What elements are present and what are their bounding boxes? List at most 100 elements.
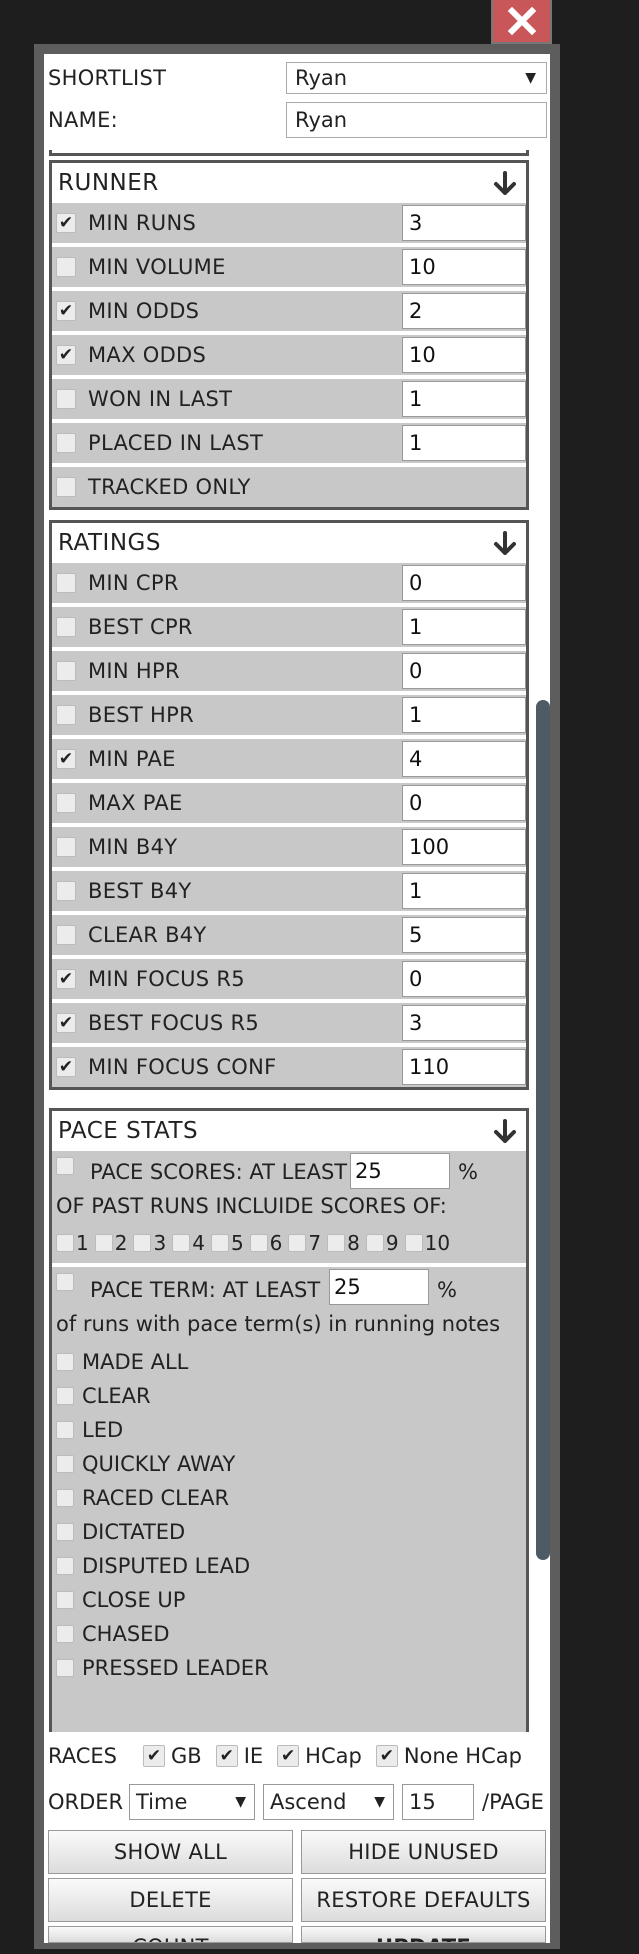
score-option[interactable]: 8 (327, 1231, 360, 1255)
score-option-checkbox[interactable] (172, 1234, 191, 1252)
ratings-filter-checkbox[interactable] (56, 837, 76, 857)
pace-term-option[interactable]: CLOSE UP (56, 1583, 269, 1617)
arrow-down-icon[interactable] (490, 169, 520, 199)
ratings-filter-input[interactable]: 1 (402, 697, 526, 733)
score-option-checkbox[interactable] (210, 1234, 229, 1252)
runner-filter-checkbox[interactable] (56, 257, 76, 277)
ratings-filter-checkbox[interactable] (56, 925, 76, 945)
pace-scores-checkbox[interactable] (56, 1157, 74, 1175)
race-type-option[interactable]: ✔ GB (143, 1744, 202, 1768)
pace-scores-input[interactable]: 25 (350, 1153, 450, 1189)
show-all-button[interactable]: SHOW ALL (48, 1830, 293, 1874)
pace-term-option[interactable]: LED (56, 1413, 269, 1447)
pace-term-checkbox[interactable] (56, 1421, 74, 1439)
pace-section-header[interactable]: PACE STATS (52, 1111, 526, 1151)
order-field-select[interactable]: Time ▼ (129, 1784, 255, 1820)
score-option[interactable]: 6 (249, 1231, 282, 1255)
ratings-filter-checkbox[interactable] (56, 661, 76, 681)
runner-filter-checkbox[interactable] (56, 433, 76, 453)
ratings-filter-input[interactable]: 5 (402, 917, 526, 953)
ratings-filter-input[interactable]: 110 (402, 1049, 526, 1085)
score-option[interactable]: 2 (94, 1231, 127, 1255)
order-direction-select[interactable]: Ascend ▼ (263, 1784, 394, 1820)
race-type-checkbox[interactable]: ✔ (215, 1745, 238, 1767)
pace-term-option[interactable]: PRESSED LEADER (56, 1651, 269, 1685)
score-option-checkbox[interactable] (249, 1234, 268, 1252)
score-option-checkbox[interactable] (404, 1234, 423, 1252)
hide-unused-button[interactable]: HIDE UNUSED (301, 1830, 546, 1874)
pace-term-checkbox[interactable] (56, 1273, 74, 1291)
pace-term-option[interactable]: CHASED (56, 1617, 269, 1651)
pace-term-checkbox[interactable] (56, 1659, 74, 1677)
score-option-checkbox[interactable] (94, 1234, 113, 1252)
pace-term-checkbox[interactable] (56, 1523, 74, 1541)
score-option[interactable]: 5 (210, 1231, 244, 1255)
per-page-input[interactable]: 15 (402, 1784, 474, 1820)
shortlist-select[interactable]: Ryan ▼ (286, 62, 547, 94)
pace-term-option[interactable]: DICTATED (56, 1515, 269, 1549)
race-type-option[interactable]: ✔ HCap (277, 1744, 362, 1768)
ratings-filter-input[interactable]: 0 (402, 565, 526, 601)
score-option-checkbox[interactable] (56, 1234, 74, 1252)
score-option[interactable]: 1 (56, 1231, 89, 1255)
runner-filter-input[interactable]: 10 (402, 337, 526, 373)
pace-term-checkbox[interactable] (56, 1353, 74, 1371)
update-button[interactable]: UPDATE (301, 1926, 546, 1943)
score-option-checkbox[interactable] (327, 1234, 346, 1252)
runner-filter-input[interactable]: 2 (402, 293, 526, 329)
ratings-filter-checkbox[interactable] (56, 573, 76, 593)
arrow-down-icon[interactable] (490, 1117, 520, 1147)
ratings-filter-checkbox[interactable]: ✔ (56, 1013, 76, 1033)
runner-filter-input[interactable]: 1 (402, 425, 526, 461)
score-option[interactable]: 7 (288, 1231, 321, 1255)
pace-term-checkbox[interactable] (56, 1489, 74, 1507)
score-option[interactable]: 9 (365, 1231, 399, 1255)
count-button[interactable]: COUNT (48, 1926, 293, 1943)
runner-filter-input[interactable]: 10 (402, 249, 526, 285)
pace-term-checkbox[interactable] (56, 1625, 74, 1643)
race-type-checkbox[interactable]: ✔ (143, 1745, 165, 1767)
ratings-filter-input[interactable]: 0 (402, 785, 526, 821)
restore-defaults-button[interactable]: RESTORE DEFAULTS (301, 1878, 546, 1922)
ratings-filter-checkbox[interactable] (56, 881, 76, 901)
race-type-checkbox[interactable]: ✔ (375, 1745, 398, 1767)
runner-section-header[interactable]: RUNNER (52, 163, 526, 203)
race-type-checkbox[interactable]: ✔ (277, 1745, 300, 1767)
arrow-down-icon[interactable] (490, 529, 520, 559)
score-option[interactable]: 4 (172, 1231, 205, 1255)
score-option-checkbox[interactable] (365, 1234, 384, 1252)
runner-filter-checkbox[interactable]: ✔ (56, 213, 76, 233)
pace-term-checkbox[interactable] (56, 1557, 74, 1575)
filters-scroll-area[interactable]: RUNNER ✔ MIN RUNS 3 MIN VOLUME 10 ✔ MIN ODDS 2 ✔… (44, 150, 550, 1732)
name-input[interactable]: Ryan (286, 102, 547, 138)
runner-filter-checkbox[interactable]: ✔ (56, 345, 76, 365)
race-type-option[interactable]: ✔ IE (215, 1744, 263, 1768)
ratings-filter-input[interactable]: 1 (402, 873, 526, 909)
pace-term-option[interactable]: MADE ALL (56, 1345, 269, 1379)
delete-button[interactable]: DELETE (48, 1878, 293, 1922)
score-option[interactable]: 3 (133, 1231, 166, 1255)
runner-filter-input[interactable]: 1 (402, 381, 526, 417)
score-option[interactable]: 10 (404, 1231, 450, 1255)
pace-term-checkbox[interactable] (56, 1387, 74, 1405)
score-option-checkbox[interactable] (288, 1234, 307, 1252)
ratings-filter-input[interactable]: 0 (402, 653, 526, 689)
ratings-filter-input[interactable]: 100 (402, 829, 526, 865)
ratings-filter-input[interactable]: 1 (402, 609, 526, 645)
pace-term-option[interactable]: DISPUTED LEAD (56, 1549, 269, 1583)
ratings-filter-checkbox[interactable] (56, 617, 76, 637)
pace-term-input[interactable]: 25 (329, 1269, 429, 1305)
ratings-filter-checkbox[interactable] (56, 793, 76, 813)
ratings-filter-checkbox[interactable]: ✔ (56, 1057, 76, 1077)
scrollbar-thumb[interactable] (536, 700, 550, 1560)
ratings-filter-input[interactable]: 0 (402, 961, 526, 997)
pace-term-option[interactable]: RACED CLEAR (56, 1481, 269, 1515)
pace-term-checkbox[interactable] (56, 1455, 74, 1473)
ratings-filter-checkbox[interactable]: ✔ (56, 969, 76, 989)
ratings-filter-input[interactable]: 4 (402, 741, 526, 777)
runner-filter-input[interactable]: 3 (402, 205, 526, 241)
ratings-filter-checkbox[interactable] (56, 705, 76, 725)
race-type-option[interactable]: ✔ None HCap (375, 1744, 522, 1768)
ratings-section-header[interactable]: RATINGS (52, 523, 526, 563)
runner-filter-checkbox[interactable] (56, 389, 76, 409)
